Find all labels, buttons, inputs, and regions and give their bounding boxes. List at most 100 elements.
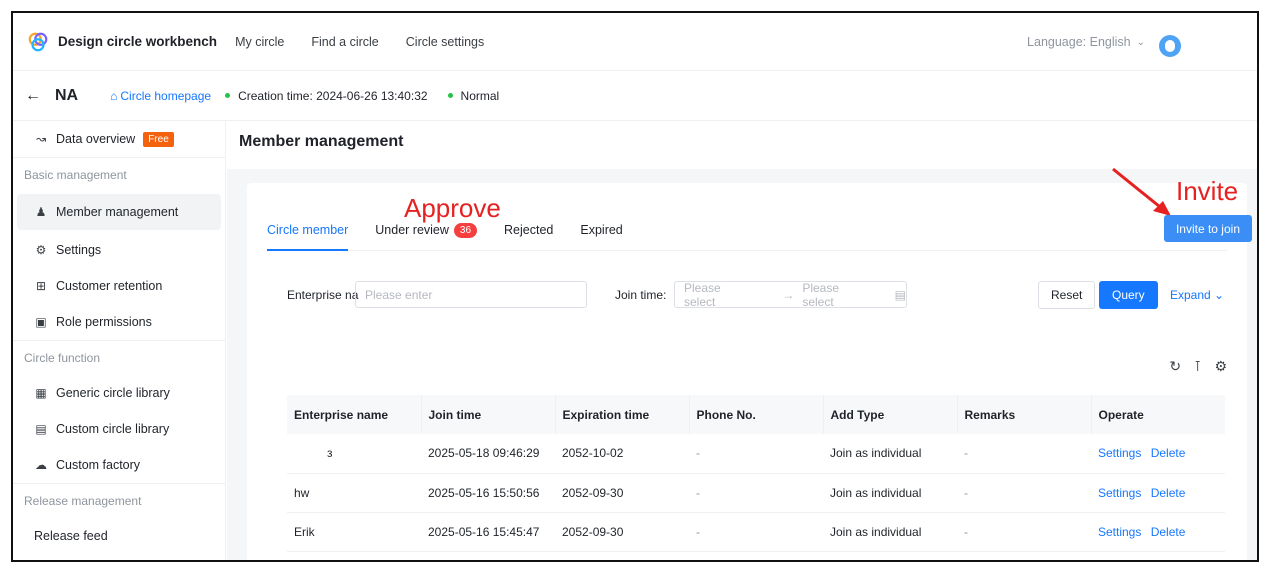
row-delete-link[interactable]: Delete <box>1151 446 1186 460</box>
nav-find-circle[interactable]: Find a circle <box>311 35 378 49</box>
tab-under-review[interactable]: Under review 36 <box>375 221 478 251</box>
cell-expiration: 2052-10-02 <box>555 434 689 474</box>
sidebar-item-label: Generic circle library <box>56 386 170 400</box>
sidebar-item-custom-factory[interactable]: ☁ Custom factory <box>13 447 225 483</box>
cell-remarks: - <box>957 473 1091 513</box>
join-time-range-picker[interactable]: Please select → Please select ▤ <box>674 280 907 309</box>
reset-button[interactable]: Reset <box>1038 281 1096 309</box>
expand-label: Expand <box>1170 288 1211 302</box>
sidebar-group-basic: Basic management <box>13 157 225 192</box>
nav-my-circle[interactable]: My circle <box>235 35 284 49</box>
join-time-label: Join time: <box>615 288 667 302</box>
sidebar-group-circle-function: Circle function <box>13 340 225 375</box>
sidebar-item-role-permissions[interactable]: ▣ Role permissions <box>13 304 225 340</box>
circle-homepage-link[interactable]: ⌂ Circle homepage <box>110 89 211 103</box>
gear-icon[interactable]: ⚙ <box>1214 358 1227 375</box>
tab-circle-member[interactable]: Circle member <box>267 221 349 251</box>
sidebar-item-member-management[interactable]: ♟ Member management <box>17 194 221 230</box>
annotation-approve: Approve <box>404 193 501 223</box>
lock-icon: ▣ <box>35 315 47 329</box>
sidebar-item-customer-retention[interactable]: ⊞ Customer retention <box>13 268 225 304</box>
cell-join-time: 2025-05-16 15:50:56 <box>421 473 555 513</box>
end-date-placeholder: Please select <box>802 280 840 309</box>
sidebar-item-label: Data overview <box>56 132 136 146</box>
col-enterprise-name: Enterprise name <box>287 395 422 434</box>
sidebar-item-label: Custom circle library <box>56 422 170 436</box>
table-row: hw 2025-05-16 15:50:56 2052-09-30 - Join… <box>287 473 1225 513</box>
col-remarks: Remarks <box>957 395 1092 434</box>
row-delete-link[interactable]: Delete <box>1151 525 1186 539</box>
grid-icon: ⊞ <box>35 279 47 293</box>
sidebar-item-generic-library[interactable]: ▦ Generic circle library <box>13 375 225 411</box>
circle-header: ← NA ⌂ Circle homepage Creation time: 20… <box>13 71 1257 121</box>
col-add-type: Add Type <box>823 395 958 434</box>
app-window: Design circle workbench My circle Find a… <box>11 11 1259 562</box>
gear-icon: ⚙ <box>35 243 47 257</box>
member-table: Enterprise name Join time Expiration tim… <box>287 395 1225 552</box>
cell-add-type: Join as individual <box>823 434 957 474</box>
status-dot-icon <box>225 93 231 98</box>
query-button[interactable]: Query <box>1099 281 1158 309</box>
member-tabs: Circle member Under review 36 Rejected E… <box>267 221 1227 251</box>
users-icon: ♟ <box>35 205 47 219</box>
nav-circle-settings[interactable]: Circle settings <box>406 35 485 49</box>
creation-time-text: Creation time: 2024-06-26 13:40:32 <box>238 88 428 103</box>
expand-toggle[interactable]: Expand ⌄ <box>1170 288 1224 302</box>
circle-logo-icon <box>28 32 48 51</box>
col-expiration-time: Expiration time <box>555 395 690 434</box>
invite-to-join-button[interactable]: Invite to join <box>1163 215 1252 242</box>
row-delete-link[interactable]: Delete <box>1151 486 1186 500</box>
start-date-placeholder: Please select <box>684 280 721 309</box>
enterprise-name-placeholder: Please enter <box>365 287 433 302</box>
cell-join-time: 2025-05-16 15:45:47 <box>421 512 555 552</box>
cloud-icon: ☁ <box>35 458 47 472</box>
circle-homepage-label: Circle homepage <box>120 88 212 103</box>
top-navigation: Design circle workbench My circle Find a… <box>13 13 1257 71</box>
tab-rejected[interactable]: Rejected <box>504 221 553 251</box>
status-text: Normal <box>460 88 500 103</box>
library-icon: ▦ <box>35 386 47 400</box>
cell-phone: - <box>689 434 823 474</box>
cell-operate: Settings Delete <box>1091 473 1225 513</box>
sidebar-item-label: Member management <box>56 205 179 219</box>
circle-name: NA <box>55 86 79 104</box>
document-icon: ▤ <box>35 422 47 436</box>
language-label: Language: English <box>1027 35 1131 49</box>
back-arrow-icon[interactable]: ← <box>25 87 41 105</box>
tab-under-review-label: Under review <box>375 223 449 237</box>
table-row: з 2025-05-18 09:46:29 2052-10-02 - Join … <box>287 434 1225 474</box>
sidebar: ↝ Data overview Free Basic management ♟ … <box>13 121 226 560</box>
avatar[interactable] <box>1159 35 1181 57</box>
sidebar-item-label: Customer retention <box>56 279 163 293</box>
enterprise-name-label: Enterprise na <box>287 288 359 302</box>
cell-operate: Settings Delete <box>1091 434 1225 474</box>
row-settings-link[interactable]: Settings <box>1098 446 1141 460</box>
table-header-row: Enterprise name Join time Expiration tim… <box>287 395 1225 434</box>
sidebar-group-release: Release management <box>13 483 225 518</box>
review-count-badge: 36 <box>453 223 478 238</box>
brand-title[interactable]: Design circle workbench <box>58 34 217 49</box>
line-chart-icon: ↝ <box>35 132 47 146</box>
col-join-time: Join time <box>421 395 556 434</box>
row-settings-link[interactable]: Settings <box>1098 525 1141 539</box>
col-phone: Phone No. <box>689 395 824 434</box>
sidebar-item-release-feed[interactable]: Release feed <box>13 518 225 554</box>
language-selector[interactable]: Language: English ⌄ <box>1027 13 1145 71</box>
row-settings-link[interactable]: Settings <box>1098 486 1141 500</box>
sidebar-item-label: Settings <box>56 243 102 257</box>
cell-enterprise: hw <box>287 473 421 513</box>
cell-add-type: Join as individual <box>823 473 957 513</box>
refresh-icon[interactable]: ↻ <box>1169 358 1181 375</box>
enterprise-name-input[interactable]: Please enter <box>355 281 587 308</box>
table-row: Erik 2025-05-16 15:45:47 2052-09-30 - Jo… <box>287 512 1225 552</box>
sidebar-item-label: Custom factory <box>56 458 141 472</box>
cell-enterprise: з <box>287 434 421 474</box>
annotation-invite: Invite <box>1176 176 1239 206</box>
sidebar-item-custom-library[interactable]: ▤ Custom circle library <box>13 411 225 447</box>
sidebar-item-data-overview[interactable]: ↝ Data overview Free <box>13 121 225 157</box>
cell-expiration: 2052-09-30 <box>555 512 689 552</box>
sidebar-item-settings[interactable]: ⚙ Settings <box>13 232 225 268</box>
column-height-icon[interactable]: ⊺ <box>1194 358 1201 375</box>
range-arrow-icon: → <box>782 287 795 302</box>
tab-expired[interactable]: Expired <box>580 221 622 251</box>
